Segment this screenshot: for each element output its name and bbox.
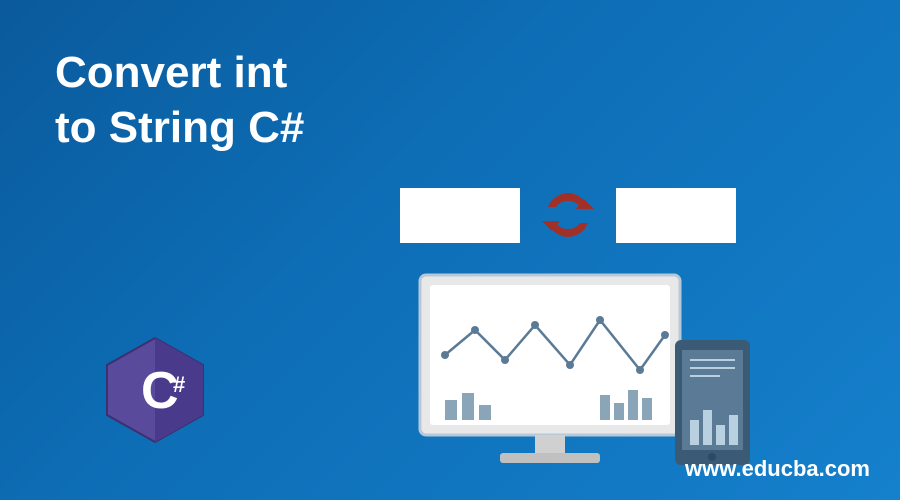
left-white-box xyxy=(400,188,520,243)
svg-text:#: # xyxy=(173,372,185,397)
website-url: www.educba.com xyxy=(685,456,870,482)
page-title: Convert int to String C# xyxy=(55,45,304,155)
title-line-1: Convert int xyxy=(55,45,304,100)
right-white-box xyxy=(616,188,736,243)
csharp-logo-icon: C # xyxy=(95,330,215,450)
computer-chart-icon xyxy=(370,265,790,485)
conversion-row xyxy=(400,185,736,245)
title-line-2: to String C# xyxy=(55,100,304,155)
refresh-icon xyxy=(538,185,598,245)
